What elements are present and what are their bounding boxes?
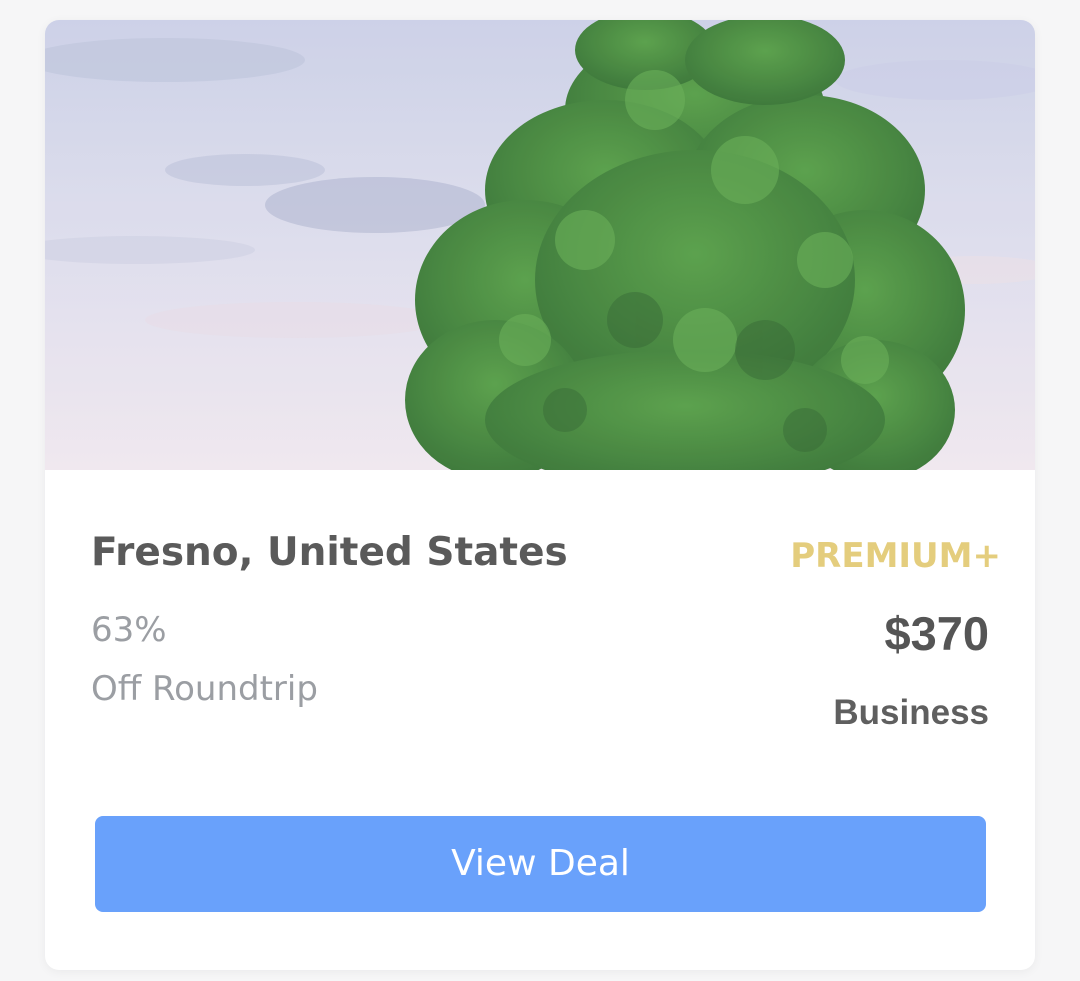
deal-card[interactable]: Fresno, United States 63% Off Roundtrip … <box>45 20 1035 970</box>
discount-percent: 63% <box>91 610 167 650</box>
destination-photo <box>45 20 1035 470</box>
cabin-class: Business <box>833 693 989 732</box>
premium-tier-badge: PREMIUM+ <box>790 536 1001 576</box>
trip-type-label: Off Roundtrip <box>91 669 318 709</box>
deal-price: $370 <box>884 607 989 660</box>
destination-title: Fresno, United States <box>91 530 568 575</box>
view-deal-button[interactable]: View Deal <box>95 816 986 912</box>
